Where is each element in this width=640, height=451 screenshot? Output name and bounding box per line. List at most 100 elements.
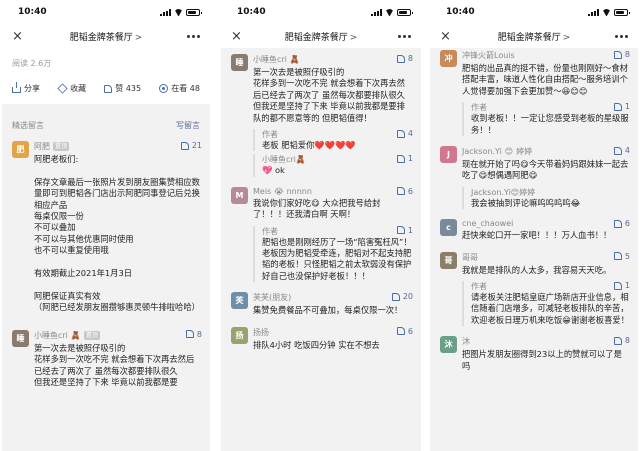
comment-like-button[interactable]: 6	[613, 219, 630, 228]
reply-text: 老板 肥韬爱你❤️❤️❤️❤️	[262, 140, 356, 151]
reply-like-button[interactable]: 1	[613, 281, 630, 290]
comment-author[interactable]: 小睡鱼cri	[34, 330, 68, 341]
bear-emoji: 🧸	[289, 55, 300, 64]
close-icon[interactable]: ×	[12, 29, 28, 44]
like-button[interactable]: 赞 435	[104, 83, 141, 94]
comment-like-button[interactable]: 20	[391, 292, 413, 301]
comment-like-button[interactable]: 6	[396, 187, 413, 196]
comment-item: 冲 冲锋火箭Louis 8 肥韬的出品真的挺不错，份量也刚刚好～食材搭配丰富，味…	[430, 48, 638, 142]
avatar[interactable]: 肥	[12, 141, 29, 158]
avatar[interactable]: 哥	[440, 251, 457, 269]
close-icon[interactable]: ×	[440, 29, 456, 44]
avatar[interactable]: 扬	[231, 326, 248, 344]
comment-text: 把图片发朋友圈得到23以上的赞就可以了是吗	[462, 349, 622, 371]
comment-like-button[interactable]: 4	[613, 146, 630, 155]
wow-button[interactable]: 在看 48	[159, 83, 200, 94]
more-icon[interactable]	[187, 34, 200, 38]
comments-header: 精选留言 写留言	[2, 110, 210, 137]
nav-bar: × 肥韬金牌茶餐厅 >	[2, 24, 210, 48]
comment-item: 扬 扬扬 6 排队4小时 吃饭四分钟 实在不想去	[221, 323, 421, 357]
thumbs-up-icon	[180, 141, 189, 150]
comment-like-button[interactable]: 8	[396, 54, 413, 63]
wifi-icon	[174, 9, 183, 16]
comment-like-button[interactable]: 6	[396, 327, 413, 336]
signal-icon	[160, 8, 171, 16]
comment-author[interactable]: 小睡鱼cri	[253, 54, 287, 65]
chevron-right-icon: >	[562, 32, 571, 43]
reply-text: 肥韬也是刚刚经历了一场“陷害冤枉风”！老板因为肥韬受牵连，肥韬对不起支持肥韬的老…	[262, 236, 412, 281]
more-icon[interactable]	[398, 34, 411, 38]
status-bar: 10:40	[2, 0, 210, 24]
avatar[interactable]: c	[440, 219, 457, 237]
reply-like-button[interactable]: 1	[396, 154, 413, 163]
reply-author: 作者	[262, 130, 278, 140]
nav-title[interactable]: 肥韬金牌茶餐厅 >	[2, 30, 210, 43]
status-bar: 10:40	[430, 0, 638, 24]
avatar[interactable]: 睡	[12, 329, 29, 347]
comment-item: 芙 芙芙(朋友) 20 集赞免费餐品不可叠加，每桌仅限一次！	[221, 288, 421, 322]
thumbs-up-icon	[396, 187, 405, 196]
avatar[interactable]: 睡	[231, 54, 248, 71]
comment-item: 沐 沐 8 把图片发朋友圈得到23以上的赞就可以了是吗	[430, 332, 638, 378]
thumbs-up-icon	[396, 129, 405, 138]
status-time: 10:40	[446, 7, 475, 17]
close-icon[interactable]: ×	[231, 29, 247, 44]
comment-text: 第一次去是被照仔吸引的 花样多到一次吃不完 就会想着下次再去然后已经去了两次了 …	[253, 67, 405, 123]
reply-like-button[interactable]: 4	[396, 129, 413, 138]
user-reply: Jackson.Yi😊婷婷 我会被抽到评论嘛呜呜呜呜😂	[462, 186, 630, 210]
bear-emoji: 🧸	[295, 155, 306, 165]
comment-item: M Meis 😭 nnnnn 6 我说你们家好吃😋 大众把我号给封了！！！还我清白啊…	[221, 183, 421, 288]
comment-like-button[interactable]: 8	[613, 50, 630, 59]
featured-comments-label: 精选留言	[12, 121, 44, 130]
comment-author[interactable]: 哥哥	[462, 252, 478, 263]
comment-author[interactable]: 冲锋火箭Louis	[462, 50, 515, 61]
comment-like-button[interactable]: 8	[185, 330, 202, 339]
avatar[interactable]: J	[440, 146, 457, 164]
comment-text: 现在就开始了吗😋今天带着妈妈跟妹妹一起去吃了😋想偶遇阿肥😋	[462, 159, 629, 181]
comment-author[interactable]: 阿肥	[34, 141, 50, 152]
comment-like-button[interactable]: 8	[613, 336, 630, 345]
nav-title[interactable]: 肥韬金牌茶餐厅 >	[221, 30, 421, 43]
comment-item: J Jackson.Yi 😊 婷婷 4 现在就开始了吗😋今天带着妈妈跟妹妹一起去吃了…	[430, 142, 638, 215]
comment-like-button[interactable]: 21	[180, 141, 202, 150]
comment-author[interactable]: 沐	[462, 336, 470, 347]
author-reply: 作者 1 请老板关注肥韬皇庭广场新店开业信息，相信随着门店增多，可减轻老板排队的…	[462, 281, 630, 327]
comment-text: 肥韬的出品真的挺不错，份量也刚刚好～食材搭配丰富，味道人性化自由搭配～服务培训个…	[462, 63, 628, 96]
comment-author[interactable]: Meis	[253, 187, 271, 196]
favorite-button[interactable]: 收藏	[57, 83, 86, 94]
avatar[interactable]: 沐	[440, 336, 457, 354]
reply-like-button[interactable]: 1	[613, 102, 630, 111]
write-comment-link[interactable]: 写留言	[176, 120, 200, 131]
share-icon	[12, 82, 21, 93]
thumbs-up-icon	[396, 226, 405, 235]
share-button[interactable]: 分享	[12, 82, 40, 94]
thumbs-up-icon	[613, 146, 622, 155]
comment-author[interactable]: cne_chaowei	[462, 219, 513, 228]
comment-author[interactable]: 芙芙(朋友)	[253, 292, 291, 303]
comment-item: 肥 阿肥 置顶 21 阿肥老板们: 保存文章最后一张照片发到朋友圈集赞相应数量即可…	[2, 137, 210, 320]
author-reply: 作者 1 收到老板！！一定让您感受到老板的星级服务！！	[462, 102, 630, 137]
comment-author[interactable]: Jackson.Yi	[462, 147, 502, 156]
avatar[interactable]: M	[231, 186, 248, 204]
thumbs-up-icon	[396, 327, 405, 336]
reply-text: 我会被抽到评论嘛呜呜呜呜😂	[471, 197, 581, 208]
phone-screen-3: 10:40 × 肥韬金牌茶餐厅 > 冲 冲锋火箭Louis 8 肥韬的出品真的挺不…	[430, 0, 638, 451]
reply-like-button[interactable]: 1	[396, 226, 413, 235]
comment-author[interactable]: 扬扬	[253, 327, 269, 338]
status-time: 10:40	[18, 7, 47, 17]
chevron-right-icon: >	[134, 32, 143, 43]
phone-screen-1: 10:40 × 肥韬金牌茶餐厅 > 阅读 2.6万 分享 收藏 赞 435 在看 …	[2, 0, 210, 451]
chevron-right-icon: >	[349, 32, 358, 43]
user-reply: 小睡鱼cri🧸 1 💖 ok	[253, 154, 413, 177]
avatar[interactable]: 芙	[231, 292, 248, 310]
thumbs-up-icon	[613, 219, 622, 228]
comment-item: 睡 小睡鱼cri 🧸 8 第一次去是被照仔吸引的 花样多到一次吃不完 就会想着下次…	[221, 48, 421, 183]
battery-icon	[186, 8, 202, 16]
wow-icon	[159, 84, 169, 93]
more-icon[interactable]	[615, 34, 628, 38]
comment-like-button[interactable]: 5	[613, 252, 630, 261]
battery-icon	[614, 8, 630, 16]
battery-icon	[397, 8, 413, 16]
avatar[interactable]: 冲	[440, 50, 457, 67]
nav-title[interactable]: 肥韬金牌茶餐厅 >	[430, 30, 638, 43]
